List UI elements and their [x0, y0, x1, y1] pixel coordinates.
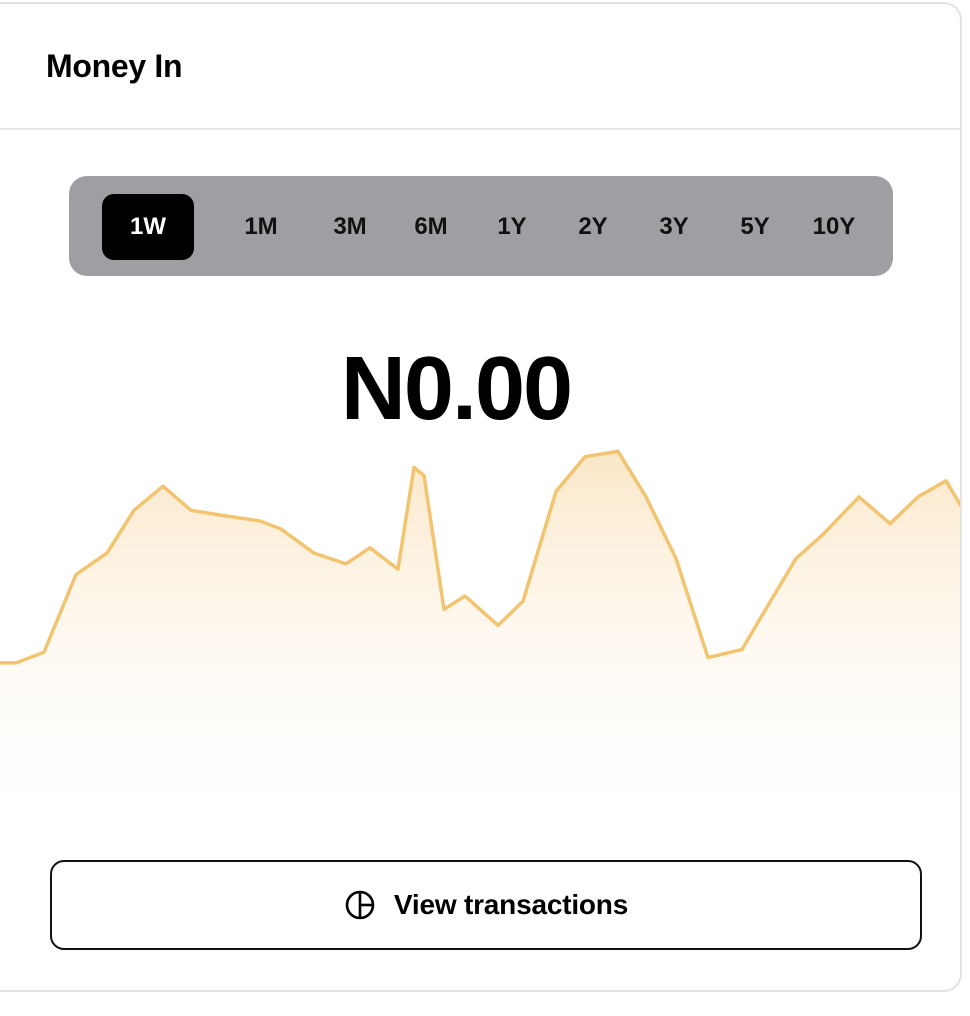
range-button-5y[interactable]: 5Y	[719, 194, 791, 260]
chart-area-fill	[0, 451, 960, 844]
range-button-6m[interactable]: 6M	[395, 194, 467, 260]
view-transactions-label: View transactions	[393, 889, 629, 920]
money-in-area-chart	[0, 449, 960, 844]
range-button-2y[interactable]: 2Y	[557, 194, 629, 260]
time-range-selector: 1W 1M 3M 6M 1Y 2Y 3Y 5Y 10Y	[69, 176, 893, 276]
range-button-1w[interactable]: 1W	[102, 194, 194, 260]
card-header: Money In	[0, 4, 960, 130]
pie-chart-icon	[344, 889, 376, 921]
range-button-1y[interactable]: 1Y	[476, 194, 548, 260]
money-in-card: Money In 1W 1M 3M 6M 1Y 2Y 3Y 5Y 10Y N0.…	[0, 2, 962, 992]
range-button-3y[interactable]: 3Y	[638, 194, 710, 260]
view-transactions-button[interactable]: View transactions	[50, 860, 922, 950]
range-button-10y[interactable]: 10Y	[791, 194, 877, 260]
range-button-3m[interactable]: 3M	[314, 194, 386, 260]
balance-amount: N0.00	[340, 339, 573, 439]
card-title: Money In	[46, 48, 183, 84]
range-button-1m[interactable]: 1M	[225, 194, 297, 260]
